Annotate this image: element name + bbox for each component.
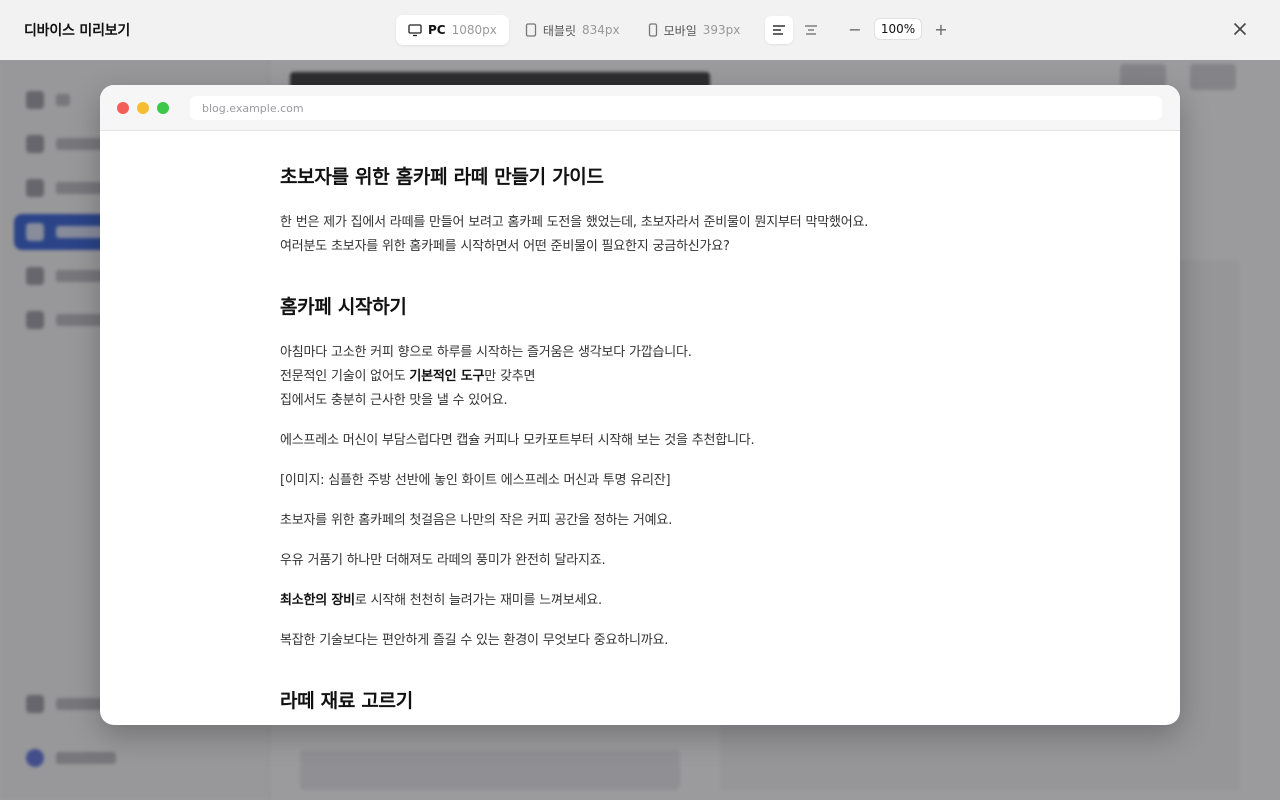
zoom-in-button[interactable]: +	[928, 16, 954, 42]
section-heading-ingredients: 라떼 재료 고르기	[280, 690, 413, 712]
text-run: 로 시작해 천천히 늘려가는 재미를 느껴보세요.	[354, 593, 602, 608]
image-placeholder: [이미지: 심플한 주방 선반에 놓인 화이트 에스프레소 머신과 투명 유리잔…	[280, 473, 671, 488]
tablet-icon	[525, 23, 537, 37]
paragraph: 우유 거품기 하나만 더해져도 라떼의 풍미가 완전히 달라지죠.	[280, 553, 606, 568]
device-tablet-button[interactable]: 태블릿 834px	[513, 15, 632, 45]
alignment-toggle	[765, 16, 825, 44]
mobile-icon	[648, 23, 658, 37]
section-heading-start: 홈카페 시작하기	[280, 296, 407, 318]
address-bar: blog.example.com	[190, 96, 1162, 120]
text-run: 만 갖추면	[484, 369, 536, 384]
intro-line-2: 여러분도 초보자를 위한 홈카페를 시작하면서 어떤 준비물이 필요한지 궁금하…	[280, 239, 730, 254]
monitor-icon	[408, 23, 422, 37]
device-pc-label: PC	[428, 23, 446, 37]
page-title: 디바이스 미리보기	[24, 23, 131, 39]
align-center-button[interactable]	[797, 16, 825, 44]
window-minimize-dot	[137, 102, 149, 114]
minus-icon: −	[848, 19, 862, 39]
close-button[interactable]	[1228, 18, 1252, 42]
paragraph-line: 전문적인 기술이 없어도 기본적인 도구만 갖추면	[280, 365, 1000, 389]
text-run: 전문적인 기술이 없어도	[280, 369, 410, 384]
device-tablet-label: 태블릿	[542, 23, 576, 38]
zoom-value[interactable]: 100%	[874, 18, 922, 40]
plus-icon: +	[934, 19, 948, 39]
intro-line-1: 한 번은 제가 집에서 라떼를 만들어 보려고 홈카페 도전을 했었는데, 초보…	[280, 215, 869, 230]
paragraph: 초보자를 위한 홈카페의 첫걸음은 나만의 작은 커피 공간을 정하는 거예요.	[280, 513, 673, 528]
device-pc-width: 1080px	[451, 23, 497, 37]
close-icon	[1233, 21, 1247, 40]
zoom-control: − 100% +	[842, 16, 954, 42]
device-mobile-width: 393px	[702, 23, 741, 37]
paragraph-line: 집에서도 충분히 근사한 맛을 낼 수 있어요.	[280, 393, 508, 408]
align-left-button[interactable]	[765, 16, 793, 44]
preview-window: blog.example.com 초보자를 위한 홈카페 라떼 만들기 가이드 …	[100, 85, 1180, 725]
align-left-icon	[772, 21, 786, 40]
device-switcher: PC 1080px 태블릿 834px 모바일 393px	[396, 14, 752, 46]
window-close-dot	[117, 102, 129, 114]
paragraph: 복잡한 기술보다는 편안하게 즐길 수 있는 환경이 무엇보다 중요하니까요.	[280, 633, 669, 648]
browser-chrome: blog.example.com	[100, 85, 1180, 131]
align-center-icon	[804, 21, 818, 40]
paragraph: 최소한의 장비로 시작해 천천히 늘려가는 재미를 느껴보세요.	[280, 589, 1000, 613]
article-title: 초보자를 위한 홈카페 라떼 만들기 가이드	[280, 166, 604, 188]
device-tablet-width: 834px	[582, 23, 620, 37]
bold-text: 기본적인 도구	[409, 369, 485, 384]
device-mobile-label: 모바일	[663, 23, 697, 38]
device-pc-button[interactable]: PC 1080px	[396, 15, 509, 45]
preview-toolbar: 디바이스 미리보기 PC 1080px 태블릿 834px 모바일 393px	[0, 0, 1280, 60]
device-mobile-button[interactable]: 모바일 393px	[636, 15, 753, 45]
bold-text: 최소한의 장비	[280, 593, 355, 608]
paragraph-line: 아침마다 고소한 커피 향으로 하루를 시작하는 즐거움은 생각보다 가깝습니다…	[280, 345, 692, 360]
paragraph: 에스프레소 머신이 부담스럽다면 캡슐 커피나 모카포트부터 시작해 보는 것을…	[280, 433, 755, 448]
window-maximize-dot	[157, 102, 169, 114]
zoom-out-button[interactable]: −	[842, 16, 868, 42]
article-content: 초보자를 위한 홈카페 라떼 만들기 가이드 한 번은 제가 집에서 라떼를 만…	[280, 163, 1000, 715]
